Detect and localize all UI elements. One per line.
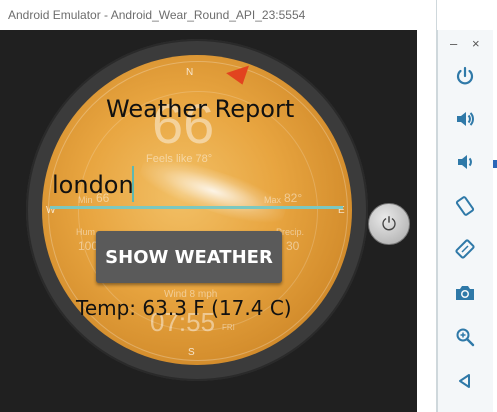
page-title: Weather Report — [106, 95, 295, 123]
power-icon: ⏻ — [381, 213, 397, 235]
title-bar: Android Emulator - Android_Wear_Round_AP… — [0, 0, 417, 30]
humidity-label: Hum — [76, 227, 96, 237]
feels-like-text: Feels like 78° — [146, 153, 213, 165]
toolbar-power-button[interactable] — [452, 63, 478, 89]
show-weather-button[interactable]: SHOW WEATHER — [96, 231, 282, 283]
max-label: Max — [264, 195, 282, 205]
close-button[interactable]: × — [472, 36, 480, 51]
compass-north: N — [186, 67, 194, 78]
watch-power-button[interactable]: ⏻ — [368, 203, 410, 245]
precip-value: 30 — [286, 239, 300, 253]
window-title: Android Emulator - Android_Wear_Round_AP… — [8, 8, 306, 22]
ghost-day: FRI — [222, 323, 235, 332]
power-icon — [456, 66, 474, 85]
rotate-left-icon — [455, 196, 475, 216]
emulator-toolbar: – × — [437, 30, 493, 412]
rotate-right-icon — [455, 239, 475, 259]
toolbar-top-strip — [437, 0, 497, 30]
volume-up-icon — [457, 112, 474, 126]
camera-icon — [456, 286, 474, 300]
minimize-button[interactable]: – — [450, 36, 457, 51]
rotate-left-button[interactable] — [452, 193, 478, 219]
text-cursor — [132, 166, 134, 202]
screenshot-button[interactable] — [452, 280, 478, 306]
rotate-right-button[interactable] — [452, 236, 478, 262]
volume-down-button[interactable] — [452, 149, 478, 175]
back-icon — [459, 374, 470, 388]
city-input[interactable]: london — [52, 171, 134, 199]
city-input-underline — [50, 206, 343, 209]
compass-south: S — [188, 347, 195, 358]
window-gap — [417, 0, 437, 412]
back-button[interactable] — [452, 368, 478, 394]
volume-down-icon — [458, 155, 472, 169]
temperature-result: Temp: 63.3 F (17.4 C) — [76, 296, 292, 320]
zoom-button[interactable] — [452, 324, 478, 350]
volume-up-button[interactable] — [452, 106, 478, 132]
max-value: 82° — [284, 191, 303, 205]
zoom-icon — [456, 328, 475, 347]
